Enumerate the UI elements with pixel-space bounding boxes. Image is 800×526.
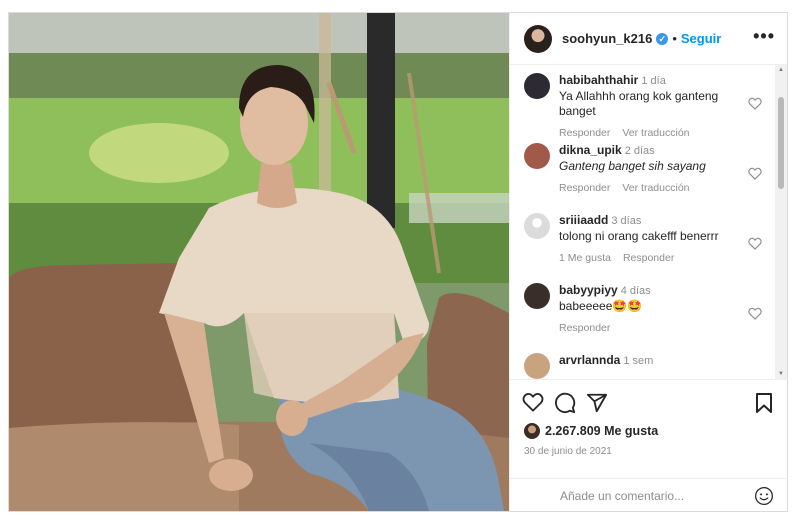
comment-time[interactable]: 4 días (621, 285, 651, 297)
scroll-up-arrow-icon[interactable]: ▲ (778, 67, 784, 73)
likes-text[interactable]: 2.267.809 Me gusta (545, 424, 658, 438)
author-username[interactable]: soohyun_k216 (562, 31, 652, 46)
comment-text: tolong ni orang cakefff benerrr (559, 229, 719, 243)
commenter-avatar[interactable] (524, 353, 550, 379)
comment-action-link[interactable]: Ver traducción (622, 182, 689, 194)
likes-count[interactable]: 2.267.809 Me gusta (524, 423, 658, 439)
comment-actions: Responder (559, 322, 749, 334)
comment-action-link[interactable]: Responder (623, 252, 674, 264)
comment-item: sriiiaadd 3 días tolong ni orang cakefff b… (510, 205, 788, 275)
separator-dot: • (672, 31, 677, 46)
comment-item: arvrlannda 1 sem (510, 345, 788, 379)
comments-scrollbar[interactable]: ▲ ▼ (775, 65, 787, 379)
comment-action-link[interactable]: Responder (559, 182, 610, 194)
comment-action-link[interactable]: Responder (559, 322, 610, 334)
comment-like-heart-icon[interactable] (748, 167, 762, 180)
commenter-avatar[interactable] (524, 283, 550, 309)
verified-badge-icon: ✓ (656, 32, 669, 45)
follow-button[interactable]: Seguir (681, 31, 721, 46)
comment-like-heart-icon[interactable] (748, 97, 762, 110)
comment-header: dikna_upik 2 días (559, 143, 749, 159)
comment-input[interactable] (560, 488, 754, 503)
comment-actions: 1 Me gusta Responder (559, 252, 749, 264)
comment-text: Ya Allahhh orang kok ganteng banget (559, 89, 719, 118)
comment-time[interactable]: 1 día (641, 75, 665, 87)
share-icon[interactable] (586, 392, 608, 414)
comment-body: arvrlannda 1 sem (559, 353, 749, 379)
liker-avatar (524, 423, 540, 439)
action-icons (522, 392, 774, 414)
comment-header: arvrlannda 1 sem (559, 353, 749, 369)
post-header: soohyun_k216 ✓ • Seguir ••• (510, 13, 787, 65)
commenter-username[interactable]: babyypiyy (559, 283, 618, 297)
comment-header: sriiiaadd 3 días (559, 213, 749, 229)
comment-time[interactable]: 1 sem (623, 355, 653, 367)
post-side-panel: soohyun_k216 ✓ • Seguir ••• habibahthahi… (509, 13, 788, 511)
emoji-icon[interactable] (754, 486, 774, 506)
comment-actions: Responder Ver traducción (559, 182, 749, 194)
commenter-username[interactable]: sriiiaadd (559, 213, 608, 227)
instagram-post: soohyun_k216 ✓ • Seguir ••• habibahthahi… (8, 12, 788, 512)
author-avatar[interactable] (524, 24, 552, 53)
comment-header: habibahthahir 1 día (559, 73, 749, 89)
post-date[interactable]: 30 de junio de 2021 (524, 446, 612, 457)
comment-body: sriiiaadd 3 días tolong ni orang cakefff b… (559, 213, 749, 275)
commenter-username[interactable]: arvrlannda (559, 353, 620, 367)
comment-body: dikna_upik 2 días Ganteng banget sih sayan… (559, 143, 749, 205)
comment-item: dikna_upik 2 días Ganteng banget sih sayan… (510, 135, 788, 205)
comment-header: babyypiyy 4 días (559, 283, 749, 299)
comment-time[interactable]: 3 días (611, 215, 641, 227)
comment-item: babyypiyy 4 días babeeeee🤩🤩 Responder (510, 275, 788, 345)
scroll-down-arrow-icon[interactable]: ▼ (778, 371, 784, 377)
comment-text: babeeeee🤩🤩 (559, 299, 643, 313)
commenter-avatar[interactable] (524, 213, 550, 239)
commenter-avatar[interactable] (524, 143, 550, 169)
comment-body: habibahthahir 1 día Ya Allahhh orang kok g… (559, 73, 749, 139)
comment-like-heart-icon[interactable] (748, 307, 762, 320)
post-actions: 2.267.809 Me gusta 30 de junio de 2021 (510, 379, 788, 511)
comment-text: Ganteng banget sih sayang (559, 159, 706, 173)
comment-body: babyypiyy 4 días babeeeee🤩🤩 Responder (559, 283, 749, 345)
heart-icon[interactable] (522, 392, 544, 412)
commenter-username[interactable]: habibahthahir (559, 73, 638, 87)
comments-list[interactable]: habibahthahir 1 día Ya Allahhh orang kok g… (510, 65, 788, 379)
post-photo[interactable] (9, 13, 509, 511)
commenter-avatar[interactable] (524, 73, 550, 99)
comment-action-link[interactable]: 1 Me gusta (559, 252, 611, 264)
photo-illustration (9, 13, 509, 511)
commenter-username[interactable]: dikna_upik (559, 143, 622, 157)
comment-like-heart-icon[interactable] (748, 237, 762, 250)
comment-time[interactable]: 2 días (625, 145, 655, 157)
add-comment-bar (510, 478, 788, 512)
scrollbar-thumb[interactable] (778, 97, 784, 189)
comment-item: habibahthahir 1 día Ya Allahhh orang kok g… (510, 65, 788, 139)
more-options-icon[interactable]: ••• (753, 27, 775, 47)
bookmark-icon[interactable] (754, 392, 774, 414)
comment-icon[interactable] (554, 392, 576, 414)
